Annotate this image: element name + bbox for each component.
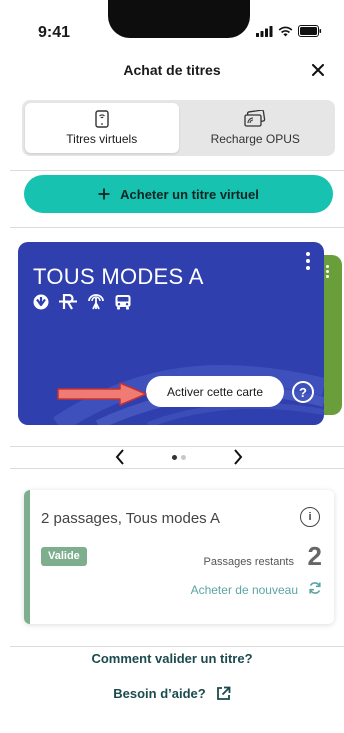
signal-icon — [256, 25, 273, 37]
red-arrow-icon — [57, 382, 147, 406]
remaining-passes-label: Passages restants — [203, 556, 295, 568]
divider — [10, 468, 344, 469]
how-to-validate-link[interactable]: Comment valider un titre? — [0, 651, 344, 666]
train-icon — [59, 294, 77, 310]
page-dot-active — [172, 455, 177, 460]
next-card-menu-icon — [326, 265, 329, 278]
pass-details-card: 2 passages, Tous modes A i Valide Passag… — [24, 490, 334, 624]
chevron-right-icon[interactable] — [232, 448, 244, 466]
wifi-icon — [278, 26, 293, 36]
card-icon — [244, 110, 266, 127]
remaining-passes-count: 2 — [307, 541, 322, 571]
page-title: Achat de titres — [123, 62, 221, 78]
close-icon — [312, 64, 324, 76]
purchase-type-tabs: Titres virtuels Recharge OPUS — [22, 100, 335, 156]
page-dots — [172, 455, 186, 460]
tab-opus-recharge[interactable]: Recharge OPUS — [179, 103, 333, 153]
help-link[interactable]: Besoin d’aide? — [0, 686, 344, 701]
buy-virtual-ticket-label: Acheter un titre virtuel — [120, 186, 259, 202]
refresh-icon[interactable] — [308, 581, 322, 595]
phone-icon — [95, 110, 109, 128]
device-notch — [108, 0, 250, 38]
external-link-icon — [216, 686, 231, 700]
tab-opus-recharge-label: Recharge OPUS — [210, 132, 300, 146]
battery-icon — [298, 25, 322, 37]
help-link-label: Besoin d’aide? — [113, 686, 206, 701]
info-icon[interactable]: i — [300, 507, 320, 527]
status-time: 9:41 — [38, 24, 71, 41]
card-pager — [10, 447, 344, 468]
transport-modes — [33, 294, 132, 310]
status-icons — [256, 25, 322, 37]
header: Achat de titres — [0, 56, 344, 84]
status-badge: Valide — [41, 547, 87, 566]
metro-icon — [33, 294, 49, 310]
tab-virtual-tickets-label: Titres virtuels — [66, 132, 138, 146]
page-dot — [181, 455, 186, 460]
status-bar: 9:41 — [0, 0, 344, 54]
status-accent-bar — [24, 490, 30, 624]
card-help-button[interactable]: ? — [292, 381, 314, 403]
card-menu-button[interactable] — [306, 252, 310, 270]
divider — [10, 646, 344, 647]
divider — [10, 170, 344, 171]
activate-card-button[interactable]: Activer cette carte — [146, 376, 284, 407]
chevron-left-icon[interactable] — [114, 448, 126, 466]
close-button[interactable] — [308, 60, 328, 80]
plus-icon — [98, 188, 110, 200]
pass-title: 2 passages, Tous modes A — [41, 510, 221, 527]
bus-icon — [115, 295, 131, 310]
rem-icon — [88, 294, 104, 310]
buy-virtual-ticket-button[interactable]: Acheter un titre virtuel — [24, 175, 333, 213]
divider — [10, 227, 344, 228]
tab-virtual-tickets[interactable]: Titres virtuels — [25, 103, 179, 153]
card-title: TOUS MODES A — [33, 264, 204, 289]
buy-again-link[interactable]: Acheter de nouveau — [191, 583, 298, 597]
